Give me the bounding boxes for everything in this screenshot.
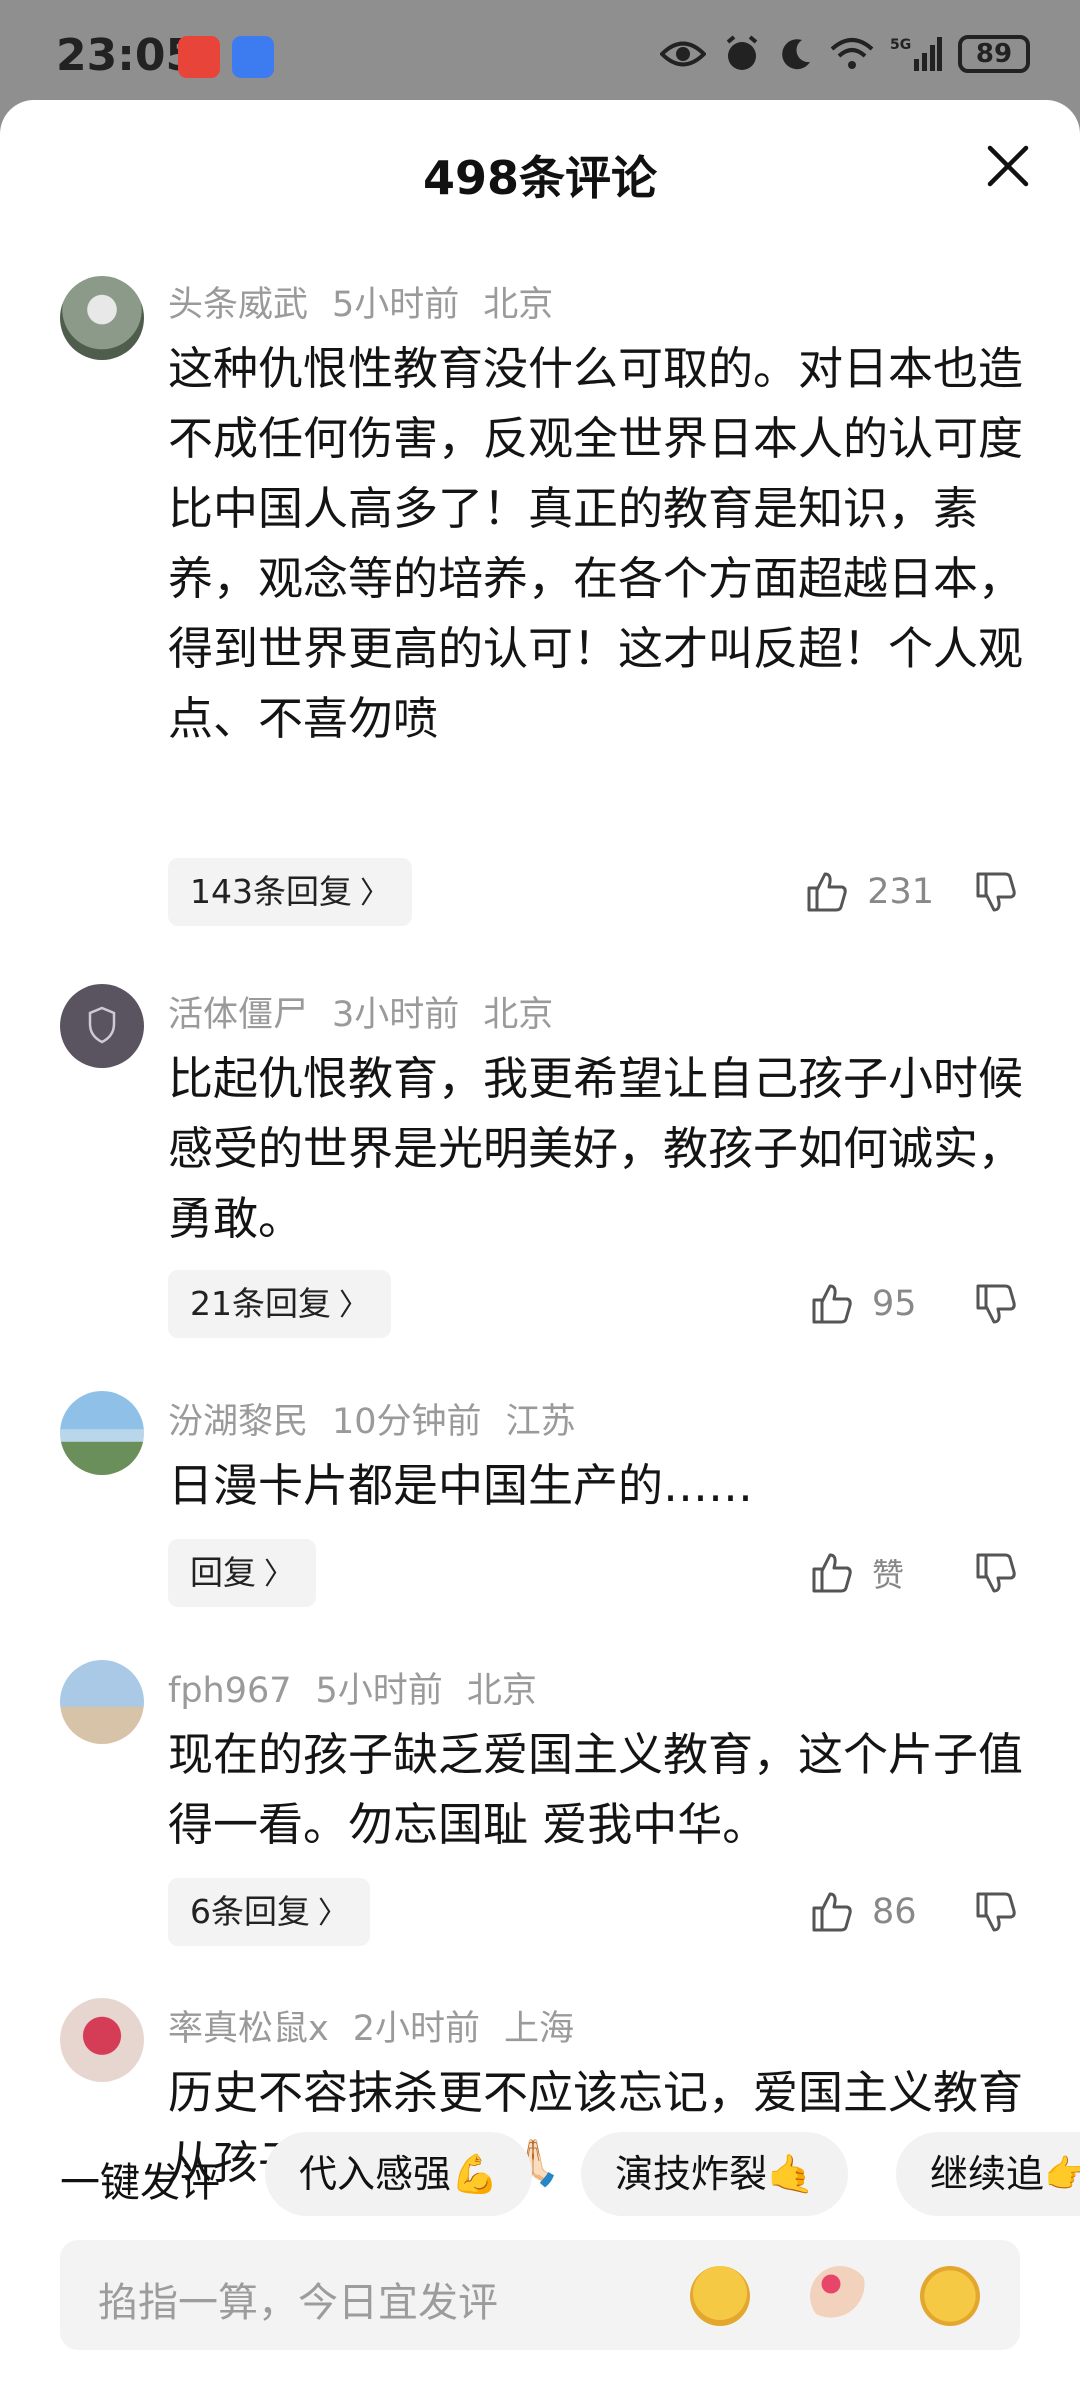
alarm-icon — [726, 35, 758, 70]
dislike-button[interactable] — [974, 1551, 1018, 1595]
dislike-button[interactable] — [974, 1890, 1018, 1934]
chevron-right-icon: 〉 — [339, 1288, 369, 1323]
laughing-emoji-icon[interactable] — [920, 2266, 980, 2326]
username[interactable]: fph967 — [168, 1671, 292, 1711]
comment-location: 北京 — [466, 1671, 537, 1711]
comment-meta: 活体僵尸 3小时前 北京 — [168, 986, 577, 1037]
chevron-right-icon: 〉 — [318, 1896, 348, 1931]
like-button[interactable]: 231 — [805, 870, 934, 914]
comment-location: 上海 — [504, 2009, 575, 2049]
comment-text: 日漫卡片都是中国生产的…… — [168, 1459, 754, 1512]
quick-reply-chip[interactable]: 演技炸裂🤙 — [581, 2132, 849, 2216]
svg-text:5G: 5G — [890, 37, 911, 53]
like-count: 95 — [872, 1284, 917, 1324]
comment-item: fph967 5小时前 北京 现在的孩子缺乏爱国主义教育，这个片子值得一看。勿忘国耻… — [0, 1660, 1080, 1962]
replies-label: 6条回复 — [190, 1892, 310, 1931]
eye-icon — [660, 41, 706, 67]
thumb-up-icon — [807, 872, 847, 912]
comment-meta: 头条威武 5小时前 北京 — [168, 276, 577, 327]
comment-input[interactable]: 掐指一算，今日宜发评 — [60, 2240, 1020, 2350]
dislike-button[interactable] — [974, 870, 1018, 914]
moon-icon — [782, 39, 810, 70]
thumb-down-icon — [976, 1553, 1016, 1593]
replies-label: 21条回复 — [190, 1284, 331, 1323]
comment-meta: fph967 5小时前 北京 — [168, 1662, 561, 1713]
avatar[interactable] — [60, 1391, 144, 1475]
view-replies-button[interactable]: 6条回复〉 — [168, 1878, 370, 1946]
status-time: 23:05 — [56, 30, 197, 81]
thumb-up-icon — [812, 1892, 852, 1932]
avatar[interactable] — [60, 1660, 144, 1744]
replies-label: 回复 — [190, 1553, 256, 1592]
comment-meta: 汾湖黎民 10分钟前 江苏 — [168, 1393, 600, 1444]
sheet-title: 498条评论 — [422, 151, 658, 205]
comment-time: 10分钟前 — [332, 1402, 482, 1442]
comment-time: 5小时前 — [332, 285, 460, 325]
avatar[interactable] — [60, 276, 144, 360]
comment-actions: 231 — [805, 858, 1018, 926]
wifi-icon — [830, 38, 874, 69]
username[interactable]: 头条威武 — [168, 285, 308, 325]
close-icon[interactable] — [982, 140, 1034, 192]
thumb-down-icon — [976, 1284, 1016, 1324]
thumb-down-icon — [976, 872, 1016, 912]
quick-reply-row: 一键发评 代入感强💪 演技炸裂🤙 继续追👉 — [0, 2130, 1080, 2216]
comment-time: 2小时前 — [352, 2009, 480, 2049]
comment-time: 5小时前 — [315, 1671, 443, 1711]
comment-text: 比起仇恨教育，我更希望让自己孩子小时候感受的世界是光明美好，教孩子如何诚实，勇敢… — [168, 1052, 1024, 1245]
username[interactable]: 活体僵尸 — [168, 995, 308, 1035]
quick-reply-chip[interactable]: 代入感强💪 — [265, 2132, 533, 2216]
thumb-up-icon — [812, 1553, 852, 1593]
status-bar: 23:05 5G 89 — [0, 0, 1080, 110]
thumb-up-icon — [812, 1284, 852, 1324]
avatar[interactable] — [60, 984, 144, 1068]
thumb-down-icon — [976, 1892, 1016, 1932]
app-notification-icon — [232, 36, 274, 78]
comment-meta: 率真松鼠x 2小时前 上海 — [168, 2000, 598, 2051]
comment-item: 活体僵尸 3小时前 北京 比起仇恨教育，我更希望让自己孩子小时候感受的世界是光明美好… — [0, 984, 1080, 1338]
reply-button[interactable]: 回复〉 — [168, 1539, 316, 1607]
view-replies-button[interactable]: 143条回复〉 — [168, 858, 412, 926]
comment-actions: 95 — [810, 1270, 1018, 1338]
comment-location: 江苏 — [505, 1402, 576, 1442]
like-button[interactable]: 86 — [810, 1890, 934, 1934]
like-count: 赞 — [872, 1556, 905, 1594]
like-button[interactable]: 95 — [810, 1282, 934, 1326]
app-notification-icon — [178, 36, 220, 78]
chevron-right-icon: 〉 — [264, 1557, 294, 1592]
like-count: 86 — [872, 1892, 917, 1932]
avatar[interactable] — [60, 1998, 144, 2082]
quick-reply-chip[interactable]: 继续追👉 — [896, 2132, 1080, 2216]
comments-sheet: 498条评论 头条威武 5小时前 北京 这种仇恨性教育没什么可取的。对日本也造不成任… — [0, 100, 1080, 2388]
quick-reply-label: 一键发评 — [60, 2160, 220, 2206]
comment-item: 头条威武 5小时前 北京 这种仇恨性教育没什么可取的。对日本也造不成任何伤害，反观全… — [0, 276, 1080, 926]
comment-location: 北京 — [483, 285, 554, 325]
comment-actions: 赞 — [810, 1539, 1018, 1607]
thinking-emoji-icon[interactable] — [690, 2266, 750, 2326]
comment-actions: 86 — [810, 1878, 1018, 1946]
comment-text: 这种仇恨性教育没什么可取的。对日本也造不成任何伤害，反观全世界日本人的认可度比中… — [168, 342, 1024, 745]
view-replies-button[interactable]: 21条回复〉 — [168, 1270, 391, 1338]
comment-location: 北京 — [483, 995, 554, 1035]
username[interactable]: 汾湖黎民 — [168, 1402, 308, 1442]
like-count: 231 — [867, 872, 934, 912]
status-icons: 5G 89 — [660, 34, 1030, 74]
like-button[interactable]: 赞 — [810, 1550, 934, 1596]
username[interactable]: 率真松鼠x — [168, 2009, 329, 2049]
chevron-right-icon: 〉 — [360, 876, 390, 911]
comment-item: 汾湖黎民 10分钟前 江苏 日漫卡片都是中国生产的…… 回复〉 赞 — [0, 1391, 1080, 1613]
replies-label: 143条回复 — [190, 872, 352, 911]
dislike-button[interactable] — [974, 1282, 1018, 1326]
comment-text: 现在的孩子缺乏爱国主义教育，这个片子值得一看。勿忘国耻 爱我中华。 — [168, 1728, 1024, 1851]
input-placeholder: 掐指一算，今日宜发评 — [98, 2280, 498, 2326]
signal-icon: 5G — [890, 37, 942, 71]
battery-indicator: 89 — [958, 35, 1030, 73]
shield-logo-icon — [88, 1006, 116, 1044]
comment-time: 3小时前 — [332, 995, 460, 1035]
finger-heart-emoji-icon[interactable] — [810, 2266, 870, 2326]
